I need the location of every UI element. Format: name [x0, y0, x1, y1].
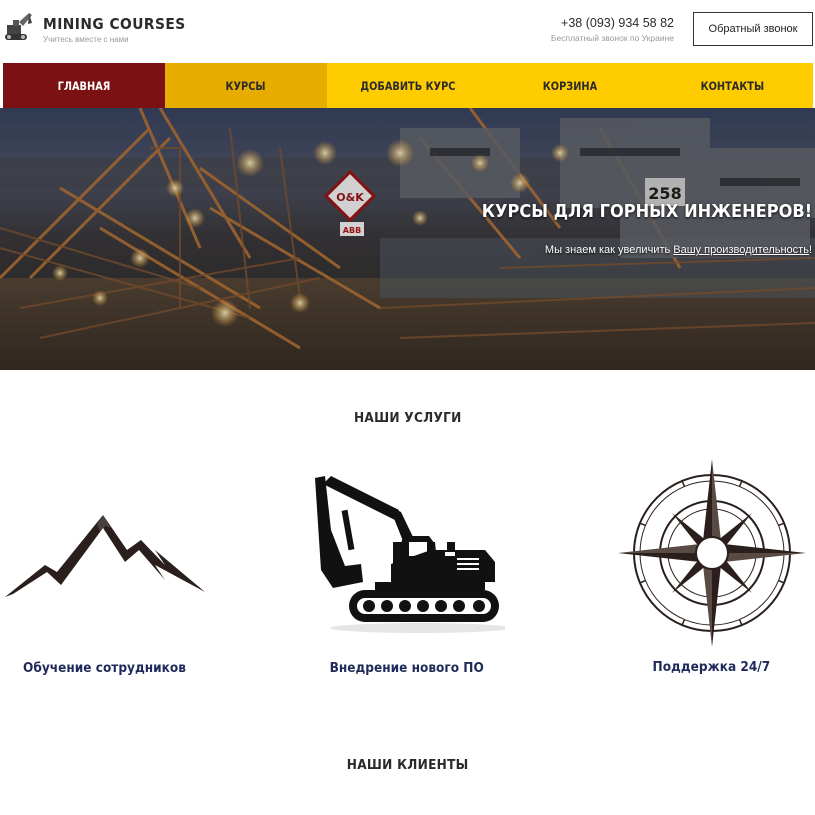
service-label-text: Поддержка 24/7 [652, 659, 770, 675]
hero-subtitle-part1: Мы знаем как увеличить [544, 244, 674, 256]
services-title-text: НАШИ УСЛУГИ [353, 410, 462, 426]
nav-item-contacts[interactable]: КОНТАКТЫ [651, 63, 813, 108]
hero-title: КУРСЫ ДЛЯ ГОРНЫХ ИНЖЕНЕРОВ! [481, 201, 812, 222]
clients-title-text: НАШИ КЛИЕНТЫ [346, 757, 469, 773]
service-label-text: Обучение сотрудников [23, 660, 187, 676]
compass-rose-icon [618, 459, 806, 647]
nav-item-label: ДОБАВИТЬ КУРС [360, 78, 456, 93]
hero-banner: 258 O&K ABB КУРСЫ ДЛЯ ГОРНЫХ ИНЖЕНЕРОВ! [0, 108, 815, 370]
nav-item-label: КОНТАКТЫ [700, 78, 764, 93]
service-label-text: Внедрение нового ПО [329, 660, 485, 676]
services-title: НАШИ УСЛУГИ [0, 410, 815, 426]
site-header: MINING COURSES Учитесь вместе с нами +38… [0, 0, 815, 63]
service-label-training[interactable]: Обучение сотрудников [0, 660, 210, 676]
nav-item-add-course[interactable]: ДОБАВИТЬ КУРС [327, 63, 489, 108]
brand-title[interactable]: MINING COURSES [43, 15, 186, 33]
nav-item-label: ГЛАВНАЯ [57, 78, 111, 93]
service-label-software[interactable]: Внедрение нового ПО [302, 660, 512, 676]
mountains-icon [5, 515, 205, 597]
nav-item-label: КУРСЫ [225, 78, 267, 93]
main-nav: ГЛАВНАЯ КУРСЫ ДОБАВИТЬ КУРС КОРЗИНА КОНТ… [3, 63, 813, 108]
excavator-logo-icon[interactable] [3, 10, 33, 44]
phone-note: Бесплатный звонок по Украине [550, 33, 674, 43]
hero-subtitle: Мы знаем как увеличить Вашу производител… [545, 244, 812, 256]
brand-subtitle: Учитесь вместе с нами [43, 35, 129, 44]
excavator-icon [315, 476, 505, 633]
hero-subtitle-link[interactable]: Вашу производительность [673, 244, 809, 256]
nav-item-cart[interactable]: КОРЗИНА [489, 63, 651, 108]
nav-item-home[interactable]: ГЛАВНАЯ [3, 63, 165, 108]
hero-background-image: 258 O&K ABB [0, 108, 815, 370]
phone-number[interactable]: +38 (093) 934 58 82 [561, 16, 674, 30]
callback-button[interactable]: Обратный звонок [693, 12, 813, 46]
hero-subtitle-part3: ! [808, 244, 812, 256]
service-label-support[interactable]: Поддержка 24/7 [606, 659, 815, 675]
nav-item-courses[interactable]: КУРСЫ [165, 63, 327, 108]
clients-title: НАШИ КЛИЕНТЫ [0, 757, 815, 773]
nav-item-label: КОРЗИНА [542, 78, 598, 93]
